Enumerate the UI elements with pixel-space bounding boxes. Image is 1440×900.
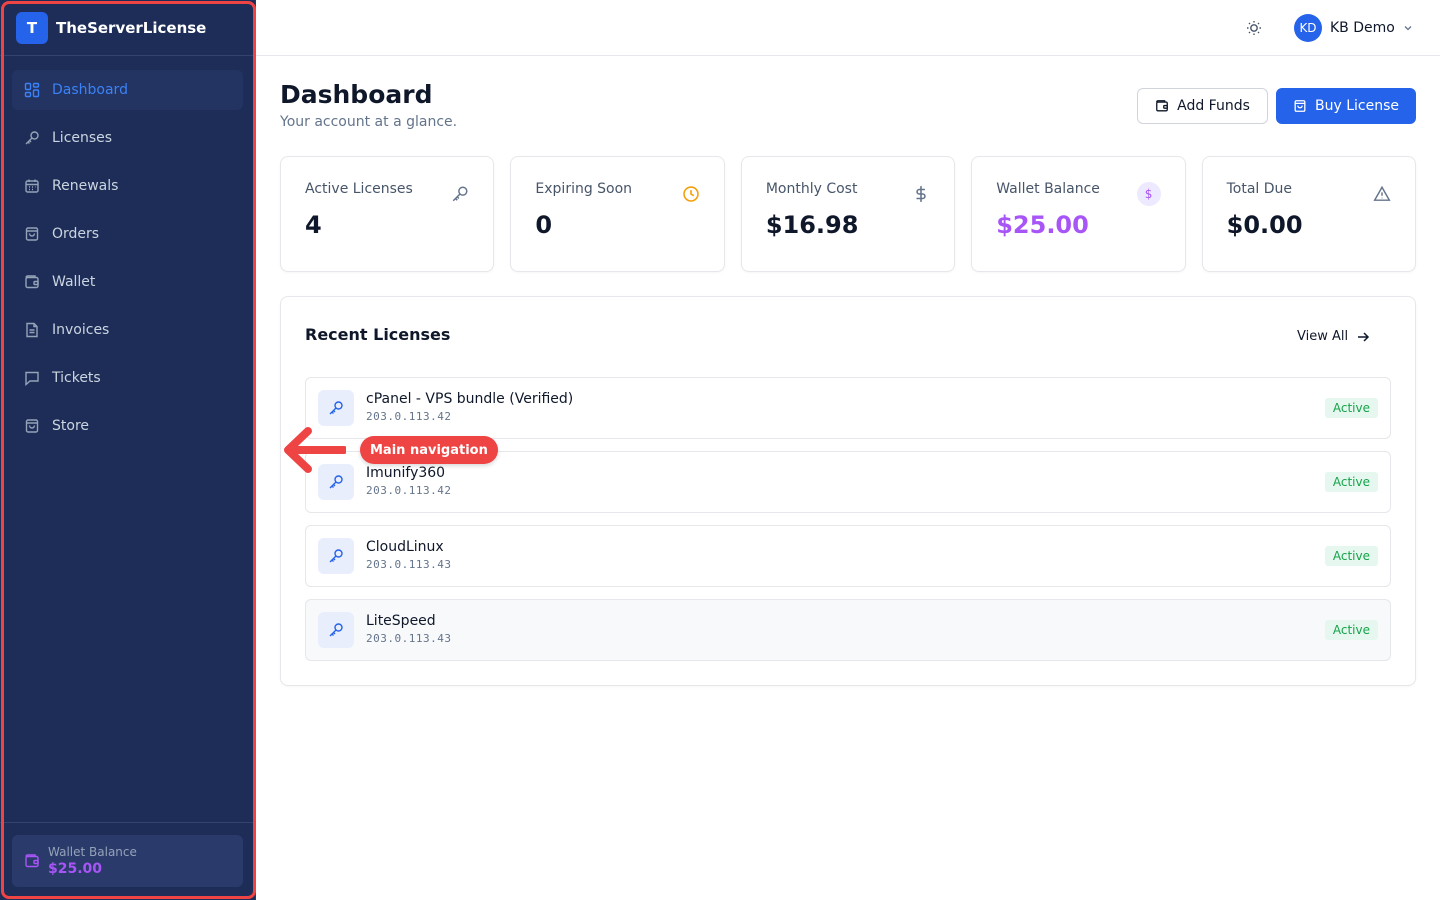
sidebar-item-label: Tickets: [52, 370, 101, 386]
status-badge: Active: [1324, 620, 1378, 640]
key-icon: [329, 549, 343, 563]
stat-card-active-licenses: Active Licenses 4: [280, 156, 495, 272]
file-icon: [26, 322, 38, 338]
stat-label: Wallet Balance: [996, 181, 1100, 197]
buy-license-label: Buy License: [1315, 98, 1399, 114]
dollar-icon: [916, 186, 926, 202]
view-all-link[interactable]: View All: [1297, 329, 1370, 344]
license-list: cPanel - VPS bundle (Verified) 203.0.113…: [305, 377, 1391, 673]
license-row[interactable]: CloudLinux 203.0.113.43 Active: [305, 525, 1391, 587]
sidebar: T TheServerLicense Dashboard Licenses Re…: [0, 0, 256, 900]
key-icon: [453, 186, 468, 202]
stat-value: $16.98: [765, 211, 859, 239]
key-icon: [329, 401, 343, 415]
license-name: LiteSpeed: [366, 613, 436, 629]
bag-icon: [25, 227, 39, 241]
sidebar-item-wallet[interactable]: Wallet: [12, 262, 243, 302]
arrow-right-icon: [1358, 331, 1370, 342]
sidebar-item-invoices[interactable]: Invoices: [12, 310, 243, 350]
stat-card-wallet-balance: Wallet Balance $25.00 $: [971, 156, 1186, 272]
sidebar-item-label: Invoices: [52, 322, 110, 338]
sidebar-item-licenses[interactable]: Licenses: [12, 118, 243, 158]
key-icon: [329, 475, 343, 489]
status-badge: Active: [1324, 546, 1378, 566]
wallet-icon: [25, 854, 39, 868]
wallet-balance-value: $25.00: [48, 861, 103, 877]
add-funds-button[interactable]: Add Funds: [1137, 88, 1268, 124]
license-row[interactable]: LiteSpeed 203.0.113.43 Active: [305, 599, 1391, 661]
dashboard-grid-icon: [24, 82, 40, 98]
recent-licenses-title: Recent Licenses: [305, 325, 451, 344]
sidebar-item-label: Licenses: [52, 130, 113, 146]
sidebar-item-dashboard[interactable]: Dashboard: [12, 70, 243, 110]
status-badge: Active: [1324, 398, 1378, 418]
license-name: cPanel - VPS bundle (Verified): [366, 391, 574, 407]
stat-label: Total Due: [1226, 181, 1293, 197]
user-name: KB Demo: [1330, 20, 1395, 36]
sidebar-item-label: Dashboard: [52, 82, 128, 98]
chevron-down-icon: [1404, 26, 1412, 31]
warning-icon: [1373, 185, 1391, 201]
stat-card-expiring-soon: Expiring Soon 0: [510, 156, 725, 272]
wallet-icon: [25, 275, 39, 289]
license-name: Imunify360: [366, 465, 446, 481]
sidebar-item-label: Wallet: [52, 274, 96, 290]
stat-value: $0.00: [1226, 211, 1303, 239]
wallet-icon: [1156, 100, 1169, 112]
sidebar-item-store[interactable]: Store: [12, 406, 243, 446]
brand[interactable]: T TheServerLicense: [0, 0, 255, 56]
dollar-circle-icon: $: [1136, 182, 1161, 206]
buy-license-button[interactable]: Buy License: [1276, 88, 1416, 124]
sun-icon[interactable]: [1244, 18, 1264, 38]
annotation-arrow-icon: [284, 427, 346, 473]
license-icon-box: [318, 390, 354, 426]
brand-name: TheServerLicense: [56, 18, 207, 37]
bag-icon: [1294, 100, 1306, 112]
store-icon: [25, 419, 39, 433]
wallet-balance-label: Wallet Balance: [48, 845, 137, 859]
page-subtitle: Your account at a glance.: [280, 114, 458, 130]
sidebar-item-label: Renewals: [52, 178, 119, 194]
sidebar-wallet-balance[interactable]: Wallet Balance $25.00: [12, 835, 243, 887]
license-ip: 203.0.113.42: [366, 484, 452, 497]
stat-value: $25.00: [996, 211, 1089, 239]
license-ip: 203.0.113.43: [366, 558, 452, 571]
license-row[interactable]: cPanel - VPS bundle (Verified) 203.0.113…: [305, 377, 1391, 439]
license-icon-box: [318, 538, 354, 574]
add-funds-label: Add Funds: [1177, 98, 1250, 114]
brand-logo: T: [16, 11, 48, 44]
key-icon: [25, 131, 39, 145]
sidebar-item-tickets[interactable]: Tickets: [12, 358, 243, 398]
annotation-label: Main navigation: [360, 436, 498, 464]
stat-card-total-due: Total Due $0.00: [1201, 156, 1417, 272]
key-icon: [329, 623, 343, 637]
sidebar-item-orders[interactable]: Orders: [12, 214, 243, 254]
message-icon: [25, 371, 39, 386]
license-icon-box: [318, 612, 354, 648]
stat-label: Expiring Soon: [535, 181, 633, 197]
stat-label: Monthly Cost: [765, 181, 858, 197]
license-ip: 203.0.113.42: [366, 410, 452, 423]
stat-card-monthly-cost: Monthly Cost $16.98: [740, 156, 956, 272]
sidebar-item-label: Store: [52, 418, 90, 434]
calendar-icon: [25, 179, 39, 193]
clock-icon: [683, 186, 699, 202]
sidebar-item-renewals[interactable]: Renewals: [12, 166, 243, 206]
stat-value: 0: [535, 211, 553, 239]
stat-label: Active Licenses: [305, 181, 413, 197]
view-all-label: View All: [1297, 329, 1349, 344]
topbar: KD KB Demo: [256, 0, 1440, 56]
sidebar-item-label: Orders: [52, 226, 100, 242]
page-title: Dashboard: [280, 80, 433, 109]
avatar: KD: [1294, 14, 1322, 42]
license-ip: 203.0.113.43: [366, 632, 452, 645]
status-badge: Active: [1324, 472, 1378, 492]
license-name: CloudLinux: [366, 539, 444, 555]
main-nav: Dashboard Licenses Renewals Orders Walle…: [0, 56, 255, 468]
recent-licenses-card: Recent Licenses View All cPanel - VPS bu…: [280, 296, 1416, 686]
stat-value: 4: [305, 211, 322, 239]
stats-row: Active Licenses 4 Expiring Soon 0 Monthl…: [280, 156, 1417, 272]
sidebar-footer: Wallet Balance $25.00: [0, 822, 255, 900]
user-menu[interactable]: KD KB Demo: [1294, 14, 1413, 42]
